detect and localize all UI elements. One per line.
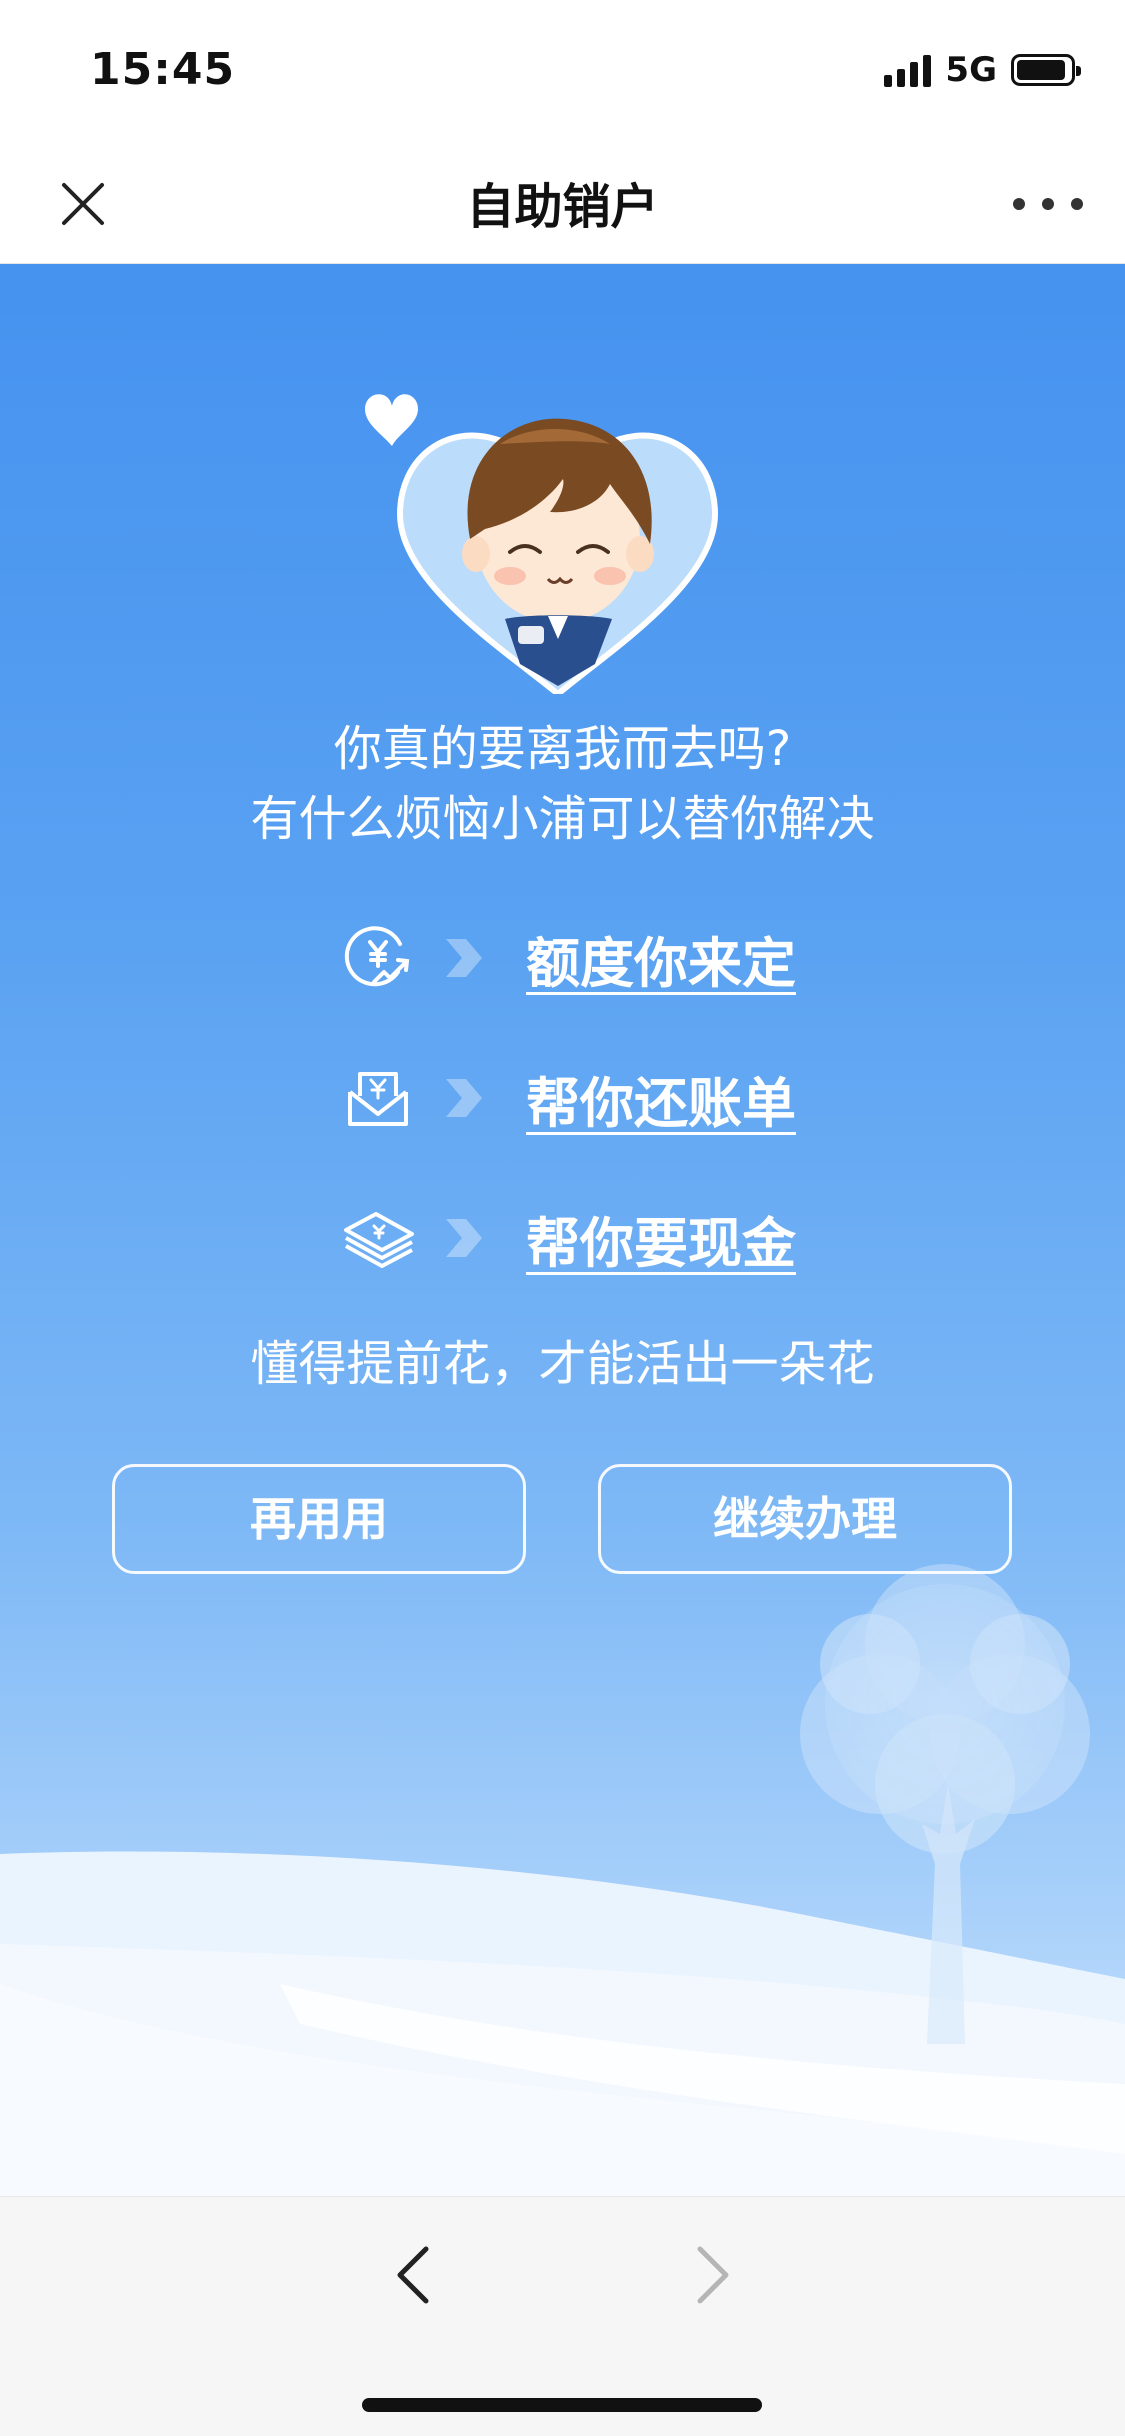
offer-quota[interactable]: 额度你来定 (340, 913, 860, 1003)
chevron-right-icon (446, 1079, 482, 1117)
home-indicator[interactable] (362, 2398, 762, 2412)
status-indicators: 5G (884, 48, 1081, 92)
network-label: 5G (945, 50, 997, 90)
chevron-right-icon (446, 939, 482, 977)
status-time: 15:45 (90, 44, 236, 95)
offer-repay-link[interactable]: 帮你还账单 (526, 1059, 796, 1138)
forward-icon[interactable] (676, 2235, 746, 2315)
offer-cash-link[interactable]: 帮你要现金 (526, 1199, 796, 1278)
offer-repay[interactable]: 帮你还账单 (340, 1053, 860, 1143)
cash-stack-icon (344, 1212, 414, 1268)
more-menu-icon[interactable] (1013, 169, 1083, 239)
headline-line-2: 有什么烦恼小浦可以替你解决 (250, 791, 875, 847)
signal-icon (884, 53, 932, 87)
yen-growth-icon (344, 926, 410, 987)
bill-envelope-icon (348, 1072, 408, 1126)
slogan-text: 懂得提前花，才能活出一朵花 (250, 1336, 875, 1392)
nav-bar: 自助销户 (0, 145, 1125, 264)
offer-quota-link[interactable]: 额度你来定 (526, 919, 796, 998)
chevron-right-icon (446, 1219, 482, 1257)
page-title: 自助销户 (466, 179, 659, 235)
headline-line-1: 你真的要离我而去吗? (333, 721, 792, 777)
continue-closing-button[interactable]: 继续办理 (598, 1464, 1012, 1574)
keep-using-button[interactable]: 再用用 (112, 1464, 526, 1574)
small-heart-icon (365, 394, 418, 446)
battery-icon (1011, 54, 1081, 86)
mascot-illustration (365, 394, 719, 694)
retention-hero: 你真的要离我而去吗? 有什么烦恼小浦可以替你解决 额度你来定 帮你还账单 帮你要… (0, 264, 1125, 2196)
status-bar: 15:45 5G (0, 0, 1125, 145)
back-icon[interactable] (380, 2235, 450, 2315)
offer-cash[interactable]: 帮你要现金 (340, 1193, 860, 1283)
